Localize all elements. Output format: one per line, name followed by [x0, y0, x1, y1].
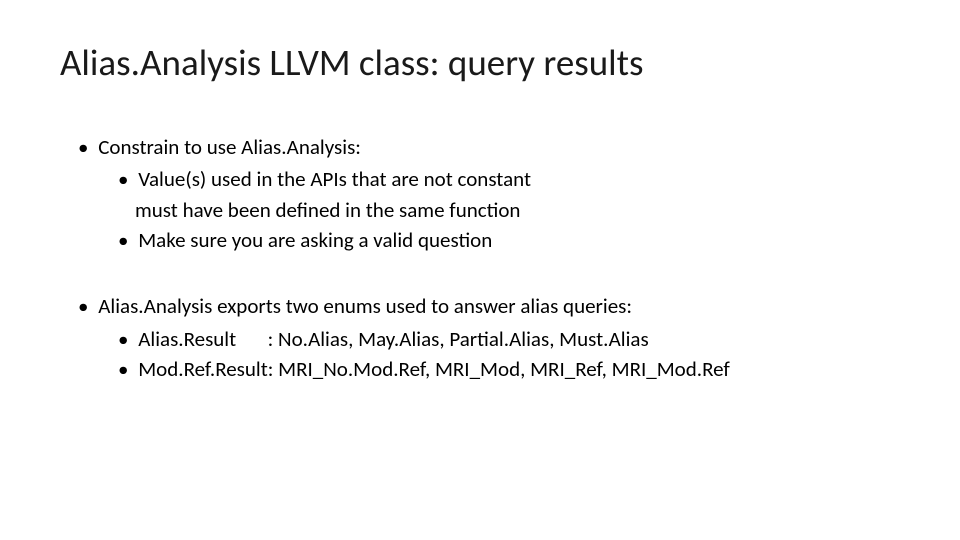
bullet-marker: •	[118, 166, 128, 192]
slide-title: Alias.Analysis LLVM class: query results	[60, 40, 900, 85]
bullet-text: Mod.Ref.Result: MRI_No.Mod.Ref, MRI_Mod,…	[138, 356, 730, 382]
bullet-marker: •	[78, 134, 88, 160]
bullet-level2: • Alias.Result : No.Alias, May.Alias, Pa…	[118, 325, 900, 353]
bullet-continuation: must have been defined in the same funct…	[135, 196, 900, 224]
slide-container: Alias.Analysis LLVM class: query results…	[0, 0, 960, 540]
bullet-text: Make sure you are asking a valid questio…	[138, 227, 492, 253]
bullet-level2: • Value(s) used in the APIs that are not…	[118, 165, 900, 193]
bullet-marker: •	[118, 326, 128, 352]
bullet-level2: • Mod.Ref.Result: MRI_No.Mod.Ref, MRI_Mo…	[118, 355, 900, 383]
bullet-text: Alias.Analysis exports two enums used to…	[98, 293, 632, 319]
spacer	[60, 256, 900, 292]
bullet-marker: •	[78, 293, 88, 319]
bullet-marker: •	[118, 227, 128, 253]
slide-content: • Constrain to use Alias.Analysis: • Val…	[60, 133, 900, 383]
bullet-text: Alias.Result : No.Alias, May.Alias, Part…	[138, 326, 648, 352]
bullet-text: Constrain to use Alias.Analysis:	[98, 134, 361, 160]
bullet-marker: •	[118, 356, 128, 382]
bullet-level2: • Make sure you are asking a valid quest…	[118, 226, 900, 254]
bullet-level1: • Alias.Analysis exports two enums used …	[78, 292, 900, 320]
bullet-level1: • Constrain to use Alias.Analysis:	[78, 133, 900, 161]
bullet-text: Value(s) used in the APIs that are not c…	[138, 166, 531, 192]
bullet-text: must have been defined in the same funct…	[135, 197, 520, 223]
